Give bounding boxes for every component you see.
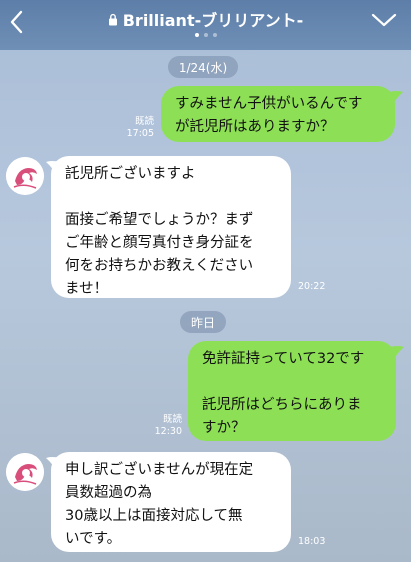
date-separator: 昨日 [180, 311, 226, 333]
avatar[interactable] [6, 157, 44, 195]
page-dot [212, 33, 217, 37]
outgoing-message[interactable]: 免許証持っていて32です 託児所はどちらにありま すか？ [188, 341, 396, 441]
chevron-down-icon[interactable] [371, 12, 397, 28]
message-line: 30歳以上は面接対応して無 [65, 508, 243, 524]
date-separator: 1/24(水) [168, 56, 238, 78]
message-line: すみません子供がいるんです [175, 96, 363, 112]
message-line: 何をお持ちかお教えください [65, 258, 254, 274]
message-line: 面接ご希望でしょうか？まず [65, 212, 254, 228]
read-receipt: 既読 [162, 414, 182, 425]
message-line: 員数超過の為 [65, 485, 152, 501]
message-line: すか？ [202, 420, 246, 436]
message-meta: 既読 12:30 [150, 414, 182, 438]
avatar-image [6, 157, 44, 195]
timestamp: 18:03 [298, 536, 326, 547]
page-dot [194, 33, 199, 37]
message-line: ご年齢と顔写真付き身分証を [65, 235, 254, 251]
avatar[interactable] [6, 453, 44, 491]
chat-header: Brilliant-ブリリアント- [0, 0, 411, 50]
message-meta: 既読 17:05 [122, 116, 154, 140]
page-indicator [0, 33, 411, 37]
message-line: が託児所はありますか？ [175, 119, 335, 135]
message-line: いです。 [65, 531, 122, 547]
page-dot [203, 33, 208, 37]
lock-icon [108, 13, 117, 25]
message-line: 申し訳ございませんが現在定 [65, 462, 254, 478]
message-line [202, 371, 382, 394]
message-line: 託児所はどちらにありま [202, 397, 362, 413]
timestamp: 20:22 [298, 281, 326, 292]
read-receipt: 既読 [134, 116, 154, 127]
message-line [65, 186, 277, 209]
message-line: ませ！ [65, 281, 109, 297]
chat-title-area[interactable]: Brilliant-ブリリアント- [60, 8, 351, 30]
timestamp: 12:30 [154, 426, 182, 437]
avatar-image [6, 453, 44, 491]
message-line: 免許証持っていて32です [202, 351, 365, 367]
incoming-message[interactable]: 申し訳ございませんが現在定 員数超過の為 30歳以上は面接対応して無 いです。 [51, 452, 291, 552]
outgoing-message[interactable]: すみません子供がいるんです が託児所はありますか？ [161, 86, 395, 142]
chat-title: Brilliant-ブリリアント- [122, 11, 304, 30]
bubble-tail [388, 91, 403, 106]
timestamp: 17:05 [126, 128, 154, 139]
bubble-tail [389, 346, 404, 361]
message-line: 託児所ございますよ [65, 166, 196, 182]
back-icon[interactable] [6, 8, 28, 36]
incoming-message[interactable]: 託児所ございますよ 面接ご希望でしょうか？まず ご年齢と顔写真付き身分証を 何を… [51, 156, 291, 298]
